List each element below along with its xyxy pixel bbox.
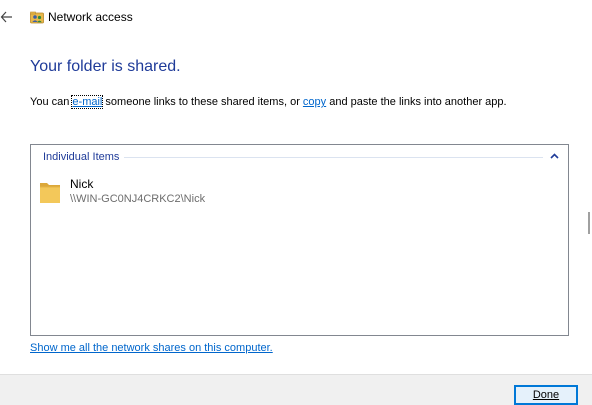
share-description: You can e-mail someone links to these sh… bbox=[30, 95, 507, 109]
copy-link[interactable]: copy bbox=[303, 96, 326, 108]
shared-items-list[interactable]: Individual Items Nick \\WIN-GC0NJ4CRKC2\… bbox=[30, 144, 569, 336]
list-item[interactable]: Nick \\WIN-GC0NJ4CRKC2\Nick bbox=[39, 177, 259, 211]
window-title: Network access bbox=[48, 10, 133, 24]
back-arrow-icon bbox=[0, 11, 12, 23]
back-button[interactable] bbox=[0, 7, 16, 27]
page-heading: Your folder is shared. bbox=[30, 58, 181, 75]
item-name: Nick bbox=[70, 177, 94, 191]
description-middle: someone links to these shared items, or bbox=[102, 96, 303, 108]
resize-edge bbox=[588, 212, 590, 234]
email-link[interactable]: e-mail bbox=[71, 95, 104, 109]
chevron-up-icon[interactable] bbox=[550, 153, 559, 159]
group-label: Individual Items bbox=[43, 150, 125, 164]
description-suffix: and paste the links into another app. bbox=[326, 96, 507, 108]
folder-icon bbox=[40, 183, 60, 203]
group-header-individual-items[interactable]: Individual Items bbox=[43, 150, 561, 164]
done-button-label: Done bbox=[532, 389, 560, 401]
item-path: \\WIN-GC0NJ4CRKC2\Nick bbox=[70, 193, 206, 205]
done-button[interactable]: Done bbox=[514, 385, 578, 405]
show-network-shares-link[interactable]: Show me all the network shares on this c… bbox=[30, 341, 273, 355]
network-access-icon bbox=[30, 10, 44, 24]
title-bar: Network access bbox=[0, 0, 592, 34]
footer-bar: Done bbox=[0, 374, 592, 405]
description-prefix: You can bbox=[30, 96, 73, 108]
